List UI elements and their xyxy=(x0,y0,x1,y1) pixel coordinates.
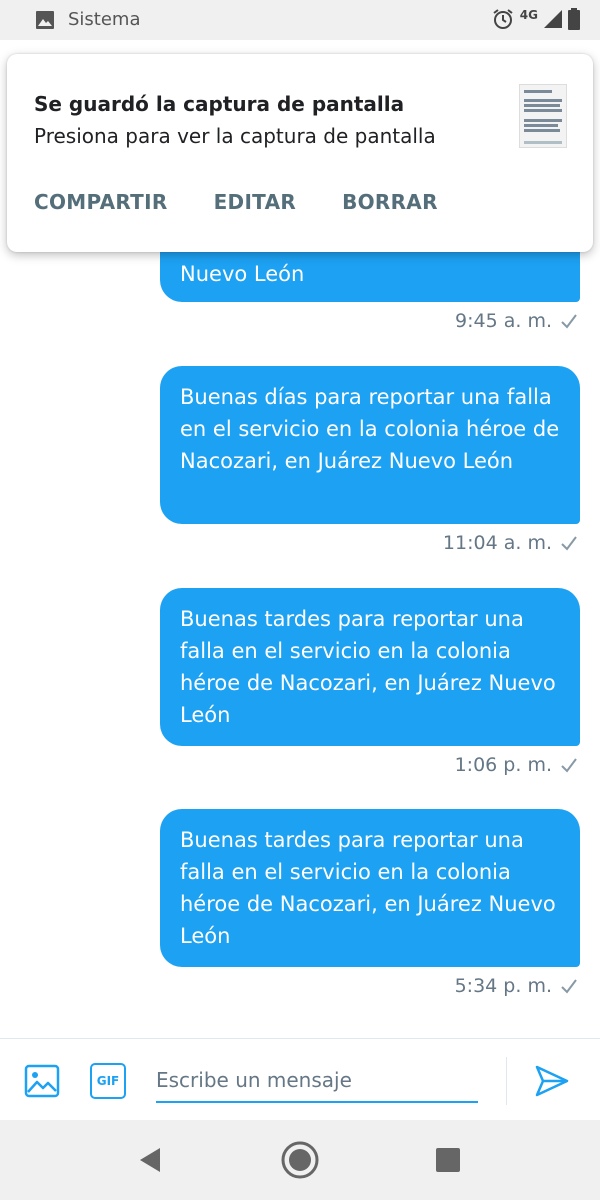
signal-icon xyxy=(544,10,562,28)
message-text: Nuevo León xyxy=(180,262,305,286)
notification-actions: COMPARTIR EDITAR BORRAR xyxy=(34,190,438,214)
network-type: 4G xyxy=(519,8,538,22)
status-indicators: 4G xyxy=(492,8,580,30)
check-icon xyxy=(561,314,577,329)
battery-icon xyxy=(568,8,580,30)
message-text: Buenas tardes para reportar una falla en… xyxy=(180,607,556,727)
delete-button[interactable]: BORRAR xyxy=(342,190,438,214)
back-icon xyxy=(140,1148,160,1172)
message-time: 1:06 p. m. xyxy=(454,754,552,776)
gif-icon: GIF xyxy=(96,1074,120,1088)
screenshot-notification[interactable]: Se guardó la captura de pantalla Presion… xyxy=(7,54,593,252)
message-meta: 5:34 p. m. xyxy=(455,975,578,997)
image-icon xyxy=(36,11,54,29)
message-time: 11:04 a. m. xyxy=(442,532,552,554)
check-icon xyxy=(561,536,577,551)
message-time: 5:34 p. m. xyxy=(454,975,552,997)
share-button[interactable]: COMPARTIR xyxy=(34,190,168,214)
navigation-bar xyxy=(0,1120,600,1200)
recents-icon xyxy=(436,1148,460,1172)
status-app-name: Sistema xyxy=(68,9,141,30)
message-meta: 11:04 a. m. xyxy=(443,532,578,554)
message-meta: 9:45 a. m. xyxy=(455,310,578,332)
message-input[interactable] xyxy=(156,1059,478,1103)
message-bubble[interactable]: Buenas días para reportar una falla en e… xyxy=(160,366,580,524)
back-button[interactable] xyxy=(130,1140,170,1180)
notification-subtitle: Presiona para ver la captura de pantalla xyxy=(34,124,436,148)
message-time: 9:45 a. m. xyxy=(455,310,552,332)
message-meta: 1:06 p. m. xyxy=(455,754,578,776)
screenshot-thumbnail[interactable] xyxy=(519,84,567,148)
edit-button[interactable]: EDITAR xyxy=(214,190,296,214)
send-icon[interactable] xyxy=(534,1063,570,1099)
compose-divider xyxy=(506,1057,507,1105)
message-text: Buenas tardes para reportar una falla en… xyxy=(180,828,556,948)
alarm-icon xyxy=(493,9,513,29)
recents-button[interactable] xyxy=(428,1140,468,1180)
status-bar: Sistema 4G xyxy=(0,0,600,40)
message-bubble[interactable]: Buenas tardes para reportar una falla en… xyxy=(160,588,580,746)
image-icon[interactable] xyxy=(24,1063,60,1099)
compose-bar: GIF xyxy=(0,1038,600,1120)
home-icon xyxy=(281,1141,319,1179)
home-button[interactable] xyxy=(280,1140,320,1180)
notification-title: Se guardó la captura de pantalla xyxy=(34,92,405,116)
message-text: Buenas días para reportar una falla en e… xyxy=(180,385,560,473)
message-bubble[interactable]: Buenas tardes para reportar una falla en… xyxy=(160,809,580,967)
check-icon xyxy=(561,758,577,773)
check-icon xyxy=(561,979,577,994)
gif-button[interactable]: GIF xyxy=(90,1063,126,1099)
